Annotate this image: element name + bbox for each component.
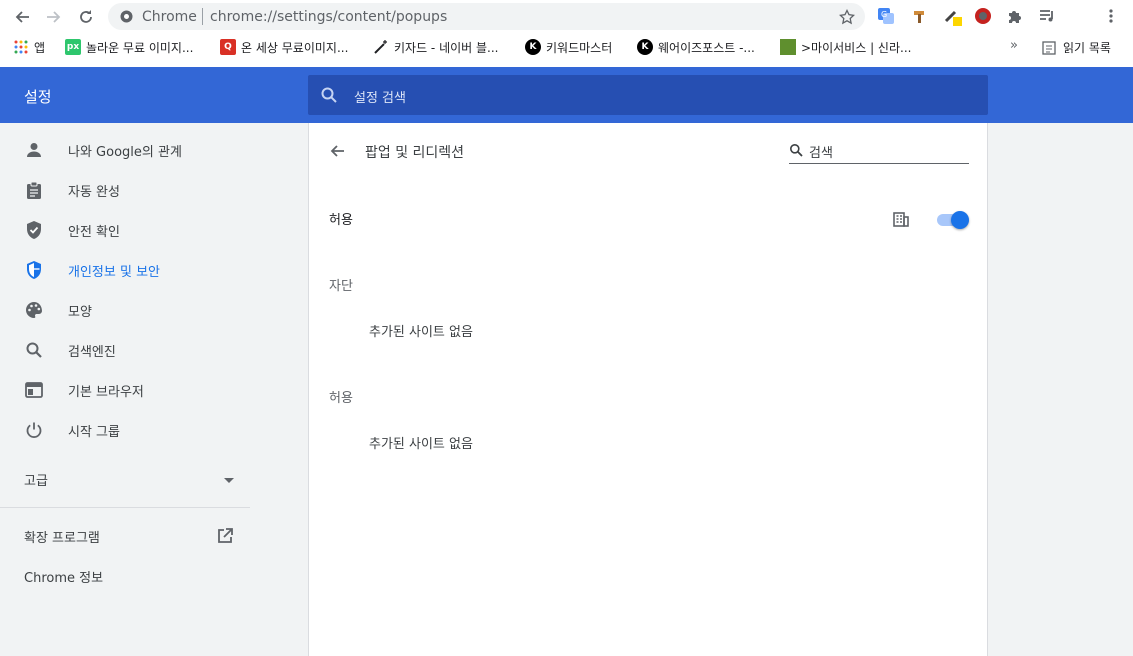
bookmark-label: 놀라운 무료 이미지... [86, 40, 194, 55]
sidebar-item-label: 모양 [68, 304, 92, 320]
sidebar-item-on-startup[interactable]: 시작 그룹 [0, 411, 250, 449]
hammer-extension-icon[interactable] [910, 6, 930, 26]
caret-down-icon [224, 473, 234, 488]
k-favicon-icon: K [637, 39, 653, 55]
sidebar-item-search-engine[interactable]: 검색엔진 [0, 331, 250, 369]
media-control-icon[interactable] [1037, 6, 1057, 26]
bookmarks-overflow-button[interactable]: » [1010, 38, 1018, 53]
svg-text:G: G [881, 10, 887, 19]
search-placeholder: 설정 검색 [354, 91, 406, 106]
palette-icon [24, 300, 44, 320]
page-title: 팝업 및 리디렉션 [365, 145, 465, 161]
sidebar-item-you-and-google[interactable]: 나와 Google의 관계 [0, 131, 250, 169]
search-icon [24, 340, 44, 360]
settings-search-input[interactable]: 설정 검색 [308, 75, 988, 115]
bookmark-keyword-master[interactable]: K 키워드마스터 [525, 38, 612, 56]
bookmark-label: 웨어이즈포스트 -... [658, 40, 755, 55]
k-favicon-icon: K [525, 39, 541, 55]
sidebar-item-appearance[interactable]: 모양 [0, 291, 250, 329]
advanced-label: 고급 [24, 474, 48, 489]
sidebar-item-autofill[interactable]: 자동 완성 [0, 171, 250, 209]
chrome-site-icon [120, 10, 133, 23]
allow-toggle-label: 허용 [329, 213, 353, 228]
red-extension-icon[interactable] [973, 6, 993, 26]
settings-title: 설정 [24, 88, 52, 106]
bookmark-label: 온 세상 무료이미지... [241, 40, 349, 55]
omnibox-url[interactable]: chrome://settings/content/popups [210, 9, 447, 25]
green-favicon-icon [780, 39, 796, 55]
block-empty-text: 추가된 사이트 없음 [369, 325, 473, 340]
sidebar-extensions-link[interactable]: 확장 프로그램 [24, 525, 234, 547]
omnibox-separator [202, 8, 203, 25]
puzzle-extensions-icon[interactable] [1005, 6, 1025, 26]
back-arrow-icon[interactable] [325, 139, 349, 163]
allow-empty-text: 추가된 사이트 없음 [369, 437, 473, 452]
bookmark-label: 키워드마스터 [546, 40, 613, 55]
bookmark-pixabay[interactable]: px 놀라운 무료 이미지... [65, 38, 193, 56]
site-search-input[interactable]: 검색 [789, 140, 969, 164]
shield-check-icon [24, 220, 44, 240]
sidebar-advanced-toggle[interactable]: 고급 [24, 469, 234, 489]
bookmark-star-icon[interactable] [837, 7, 857, 27]
open-in-new-icon [216, 527, 234, 549]
bookmarks-bar: 앱 px 놀라운 무료 이미지... Q 온 세상 무료이미지... 키자드 -… [0, 33, 1133, 61]
power-icon [24, 420, 44, 440]
pixabay-favicon-icon: px [65, 39, 81, 55]
sidebar-item-label: 나와 Google의 관계 [68, 144, 182, 160]
sidebar-item-label: 시작 그룹 [68, 424, 120, 440]
sidebar-item-default-browser[interactable]: 기본 브라우저 [0, 371, 250, 409]
extensions-label: 확장 프로그램 [24, 531, 100, 546]
settings-header: 설정 설정 검색 [0, 67, 1133, 123]
browser-window-icon [24, 380, 44, 400]
omnibox-scheme-label: Chrome [142, 9, 197, 25]
sidebar-item-label: 검색엔진 [68, 344, 116, 360]
search-icon [320, 86, 338, 108]
back-arrow-icon[interactable] [9, 4, 35, 30]
apps-grid-icon [13, 39, 29, 55]
sidebar-divider [0, 507, 250, 508]
magic-wand-icon [373, 39, 389, 55]
browser-toolbar: Chrome chrome://settings/content/popups … [0, 0, 1133, 33]
forward-arrow-icon[interactable] [41, 4, 67, 30]
bookmark-free-images[interactable]: Q 온 세상 무료이미지... [220, 38, 348, 56]
clipboard-icon [24, 180, 44, 200]
bookmark-label: 키자드 - 네이버 블... [394, 40, 499, 55]
eyedropper-extension-icon[interactable] [943, 6, 963, 26]
privacy-shield-icon [24, 260, 44, 280]
bookmark-keyzard[interactable]: 키자드 - 네이버 블... [373, 38, 499, 56]
sidebar-item-safety-check[interactable]: 안전 확인 [0, 211, 250, 249]
sidebar-item-label: 기본 브라우저 [68, 384, 144, 400]
bookmark-label: 앱 [34, 40, 46, 55]
managed-by-policy-icon [892, 210, 910, 228]
bookmark-label: >마이서비스 | 신라... [801, 40, 912, 55]
sidebar-item-label: 안전 확인 [68, 224, 120, 240]
popups-settings-card: 팝업 및 리디렉션 검색 허용 자단 추가된 사이트 없음 허용 추가된 사이트… [308, 123, 988, 656]
bookmark-my-service[interactable]: >마이서비스 | 신라... [780, 38, 911, 56]
allow-section-heading: 허용 [329, 391, 353, 406]
address-bar[interactable]: Chrome chrome://settings/content/popups [108, 3, 865, 30]
sidebar-item-privacy-security[interactable]: 개인정보 및 보안 [0, 251, 250, 289]
reload-icon[interactable] [73, 4, 99, 30]
translate-extension-icon[interactable]: G [876, 6, 896, 26]
reading-list-label: 읽기 목록 [1063, 41, 1111, 55]
allow-popups-toggle[interactable] [937, 211, 969, 229]
person-icon [24, 140, 44, 160]
search-icon [789, 143, 803, 161]
reading-list-button[interactable]: 읽기 목록 [1042, 39, 1111, 56]
block-section-heading: 자단 [329, 279, 353, 294]
toggle-knob [951, 211, 969, 229]
kebab-menu-icon[interactable] [1101, 6, 1121, 26]
sidebar-item-label: 자동 완성 [68, 184, 120, 200]
search-placeholder: 검색 [809, 146, 833, 161]
bookmark-whereispost[interactable]: K 웨어이즈포스트 -... [637, 38, 755, 56]
reading-list-icon [1042, 40, 1056, 55]
bookmark-apps[interactable]: 앱 [13, 38, 45, 56]
sidebar-item-label: 개인정보 및 보안 [68, 264, 160, 280]
q-favicon-icon: Q [220, 39, 236, 55]
sidebar-about-chrome[interactable]: Chrome 정보 [24, 567, 103, 586]
